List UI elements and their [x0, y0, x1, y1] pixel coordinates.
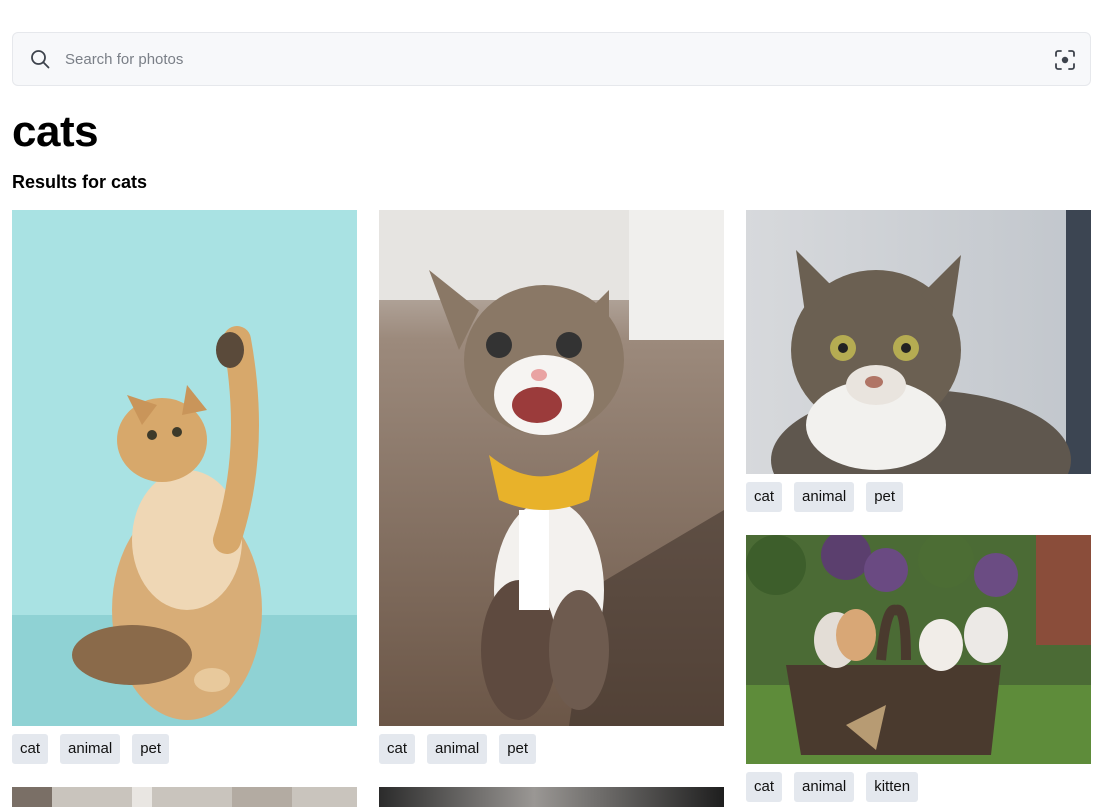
tag[interactable]: animal [794, 772, 855, 802]
tag[interactable]: animal [794, 482, 855, 512]
tag-list: cat animal pet [746, 482, 1091, 512]
results-heading: Results for cats [12, 172, 148, 192]
tag[interactable]: animal [427, 734, 488, 764]
photo-kittens-basket[interactable] [746, 535, 1091, 764]
tag-list: cat animal pet [12, 734, 357, 764]
tag[interactable]: cat [746, 482, 783, 512]
photo-card: cat animal pet [746, 210, 1091, 512]
tag-list: cat animal pet [379, 734, 724, 764]
tag[interactable]: animal [60, 734, 121, 764]
search-bar [12, 32, 1091, 86]
photo-partial-left[interactable] [12, 787, 357, 807]
tag-list: cat animal kitten [746, 772, 1091, 802]
photo-cat-smiling[interactable] [379, 210, 724, 726]
photo-card: cat animal pet [12, 210, 357, 764]
search-icon[interactable] [30, 49, 50, 69]
photo-tabby-portrait[interactable] [746, 210, 1091, 474]
photo-card: cat animal pet [379, 210, 724, 764]
tag[interactable]: cat [12, 734, 49, 764]
visual-search-icon[interactable] [1054, 49, 1076, 71]
photo-kitten-teal[interactable] [12, 210, 357, 726]
tag[interactable]: cat [379, 734, 416, 764]
photo-card [379, 787, 724, 807]
tag[interactable]: pet [499, 734, 537, 764]
tag[interactable]: pet [132, 734, 170, 764]
search-input[interactable] [63, 43, 1023, 75]
tag[interactable]: kitten [866, 772, 919, 802]
photo-partial-middle[interactable] [379, 787, 724, 807]
photo-card [12, 787, 357, 807]
tag[interactable]: cat [746, 772, 783, 802]
page-title: cats [12, 107, 99, 156]
photo-card: cat animal kitten [746, 535, 1091, 802]
tag[interactable]: pet [866, 482, 904, 512]
